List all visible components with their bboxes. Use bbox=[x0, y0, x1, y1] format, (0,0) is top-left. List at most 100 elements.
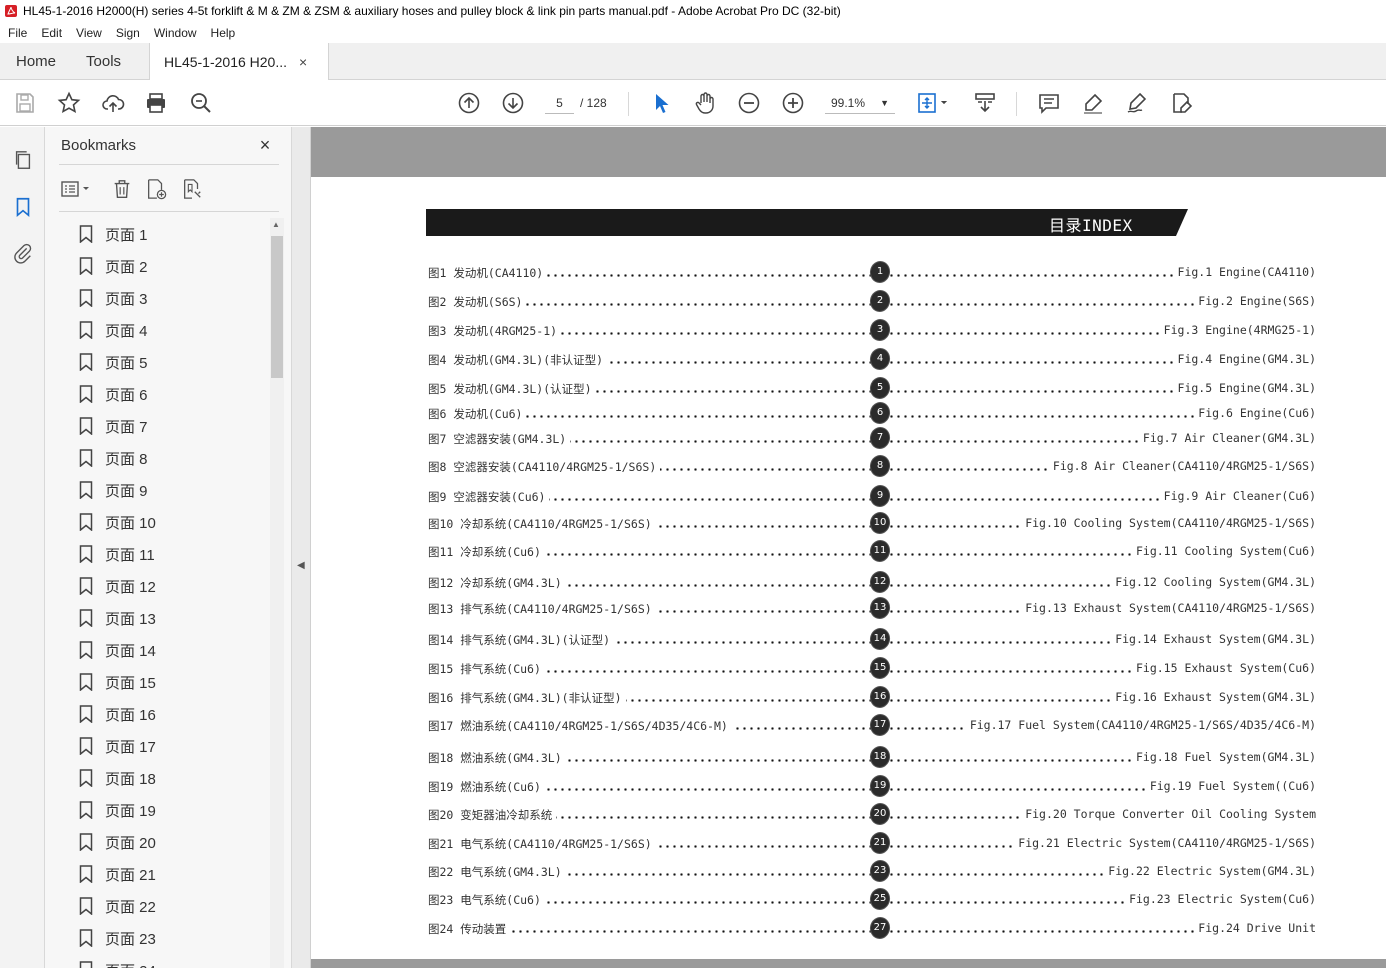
bookmark-item[interactable]: 页面 1 bbox=[75, 218, 265, 250]
toc-chinese-title: 图19 燃油系统(Cu6) bbox=[428, 779, 545, 795]
scroll-up-icon[interactable]: ▲ bbox=[272, 220, 280, 229]
bookmark-item[interactable]: 页面 10 bbox=[75, 506, 265, 538]
bookmark-item[interactable]: 页面 17 bbox=[75, 730, 265, 762]
page-number-badge-value: 25 bbox=[873, 893, 887, 904]
bookmark-item[interactable]: 页面 12 bbox=[75, 570, 265, 602]
upload-cloud-icon[interactable] bbox=[100, 90, 126, 116]
page-number-input[interactable]: 5 bbox=[545, 92, 574, 114]
menu-bar: File Edit View Sign Window Help bbox=[0, 22, 1386, 43]
highlight-pen-icon[interactable] bbox=[1080, 90, 1106, 116]
bookmark-properties-icon[interactable] bbox=[179, 176, 205, 202]
collapse-panel-icon[interactable]: ◀ bbox=[297, 560, 305, 571]
bookmark-icon bbox=[79, 801, 93, 819]
bookmark-item[interactable]: 页面 20 bbox=[75, 826, 265, 858]
bookmark-options-icon[interactable] bbox=[59, 176, 95, 202]
bookmark-label: 页面 23 bbox=[105, 930, 156, 948]
tab-document[interactable]: HL45-1-2016 H20... × bbox=[149, 43, 330, 80]
page-display-fit-icon[interactable] bbox=[916, 90, 952, 116]
toc-english-title: Fig.3 Engine(4RMG25-1) bbox=[1159, 323, 1316, 337]
zoom-level-select[interactable]: 99.1% ▼ bbox=[825, 92, 895, 114]
panel-splitter[interactable]: ◀ bbox=[292, 127, 311, 968]
tab-document-label: HL45-1-2016 H20... bbox=[164, 53, 288, 70]
bookmark-label: 页面 9 bbox=[105, 482, 148, 500]
page-number-badge: 15 bbox=[869, 657, 891, 679]
toc-chinese-title: 图8 空滤器安装(CA4110/4RGM25-1/S6S) bbox=[428, 459, 661, 475]
bookmark-panel-icon[interactable] bbox=[10, 194, 36, 220]
title-bar: HL45-1-2016 H2000(H) series 4-5t forklif… bbox=[0, 0, 1386, 22]
bookmark-item[interactable]: 页面 16 bbox=[75, 698, 265, 730]
tab-bar: Home Tools HL45-1-2016 H20... × bbox=[0, 43, 1386, 80]
bookmark-item[interactable]: 页面 6 bbox=[75, 378, 265, 410]
bookmark-item[interactable]: 页面 5 bbox=[75, 346, 265, 378]
bookmark-item[interactable]: 页面 8 bbox=[75, 442, 265, 474]
document-viewer[interactable]: 目录INDEX 图1 发动机(CA4110) 1 Fig.1 Engine(CA41… bbox=[311, 127, 1386, 968]
bookmark-icon bbox=[79, 513, 93, 531]
bookmark-item[interactable]: 页面 14 bbox=[75, 634, 265, 666]
bookmark-item[interactable]: 页面 7 bbox=[75, 410, 265, 442]
toc-chinese-title: 图11 冷却系统(Cu6) bbox=[428, 544, 545, 560]
page-number-badge: 16 bbox=[869, 686, 891, 708]
zoom-search-icon[interactable] bbox=[188, 90, 214, 116]
page-number-badge: 27 bbox=[869, 917, 891, 939]
bookmark-label: 页面 14 bbox=[105, 642, 156, 660]
bookmark-item[interactable]: 页面 9 bbox=[75, 474, 265, 506]
fill-sign-icon[interactable] bbox=[1168, 90, 1194, 116]
main-toolbar: 5 / 128 99.1% ▼ bbox=[0, 80, 1386, 126]
bookmark-item[interactable]: 页面 2 bbox=[75, 250, 265, 282]
toc-english-title: Fig.10 Cooling System(CA4110/4RGM25-1/S6… bbox=[1021, 516, 1316, 530]
previous-page-icon[interactable] bbox=[456, 90, 482, 116]
toc-entry: 图2 发动机(S6S) 2 Fig.2 Engine(S6S) bbox=[426, 290, 1316, 312]
menu-window[interactable]: Window bbox=[146, 26, 203, 40]
menu-edit[interactable]: Edit bbox=[33, 26, 68, 40]
toc-chinese-title: 图20 变矩器油冷却系统 bbox=[428, 807, 557, 823]
bookmarks-scrollbar[interactable]: ▲ bbox=[270, 218, 284, 968]
print-icon[interactable] bbox=[143, 90, 169, 116]
menu-view[interactable]: View bbox=[68, 26, 108, 40]
toc-english-title: Fig.22 Electric System(GM4.3L) bbox=[1104, 864, 1316, 878]
new-bookmark-icon[interactable] bbox=[143, 176, 169, 202]
draw-sign-icon[interactable] bbox=[1124, 90, 1150, 116]
star-icon[interactable] bbox=[56, 90, 82, 116]
page-number-badge-value: 13 bbox=[873, 602, 887, 613]
page-number-badge-value: 12 bbox=[873, 576, 887, 587]
attachment-paperclip-icon[interactable] bbox=[10, 240, 36, 266]
toc-chinese-title: 图3 发动机(4RGM25-1) bbox=[428, 323, 562, 339]
close-tab-icon[interactable]: × bbox=[299, 54, 307, 70]
tab-tools[interactable]: Tools bbox=[70, 43, 135, 79]
toc-entry: 图11 冷却系统(Cu6) 11 Fig.11 Cooling System(Cu6… bbox=[426, 540, 1316, 562]
bookmark-item[interactable]: 页面 15 bbox=[75, 666, 265, 698]
menu-file[interactable]: File bbox=[0, 26, 33, 40]
bookmark-item[interactable]: 页面 22 bbox=[75, 890, 265, 922]
bookmark-item[interactable]: 页面 11 bbox=[75, 538, 265, 570]
bookmark-item[interactable]: 页面 19 bbox=[75, 794, 265, 826]
panel-divider bbox=[59, 211, 279, 212]
select-cursor-icon[interactable] bbox=[648, 90, 674, 116]
scroll-mode-icon[interactable] bbox=[972, 90, 998, 116]
bookmark-item[interactable]: 页面 23 bbox=[75, 922, 265, 954]
hand-tool-icon[interactable] bbox=[692, 90, 718, 116]
scrollbar-thumb[interactable] bbox=[271, 236, 283, 378]
bookmark-label: 页面 8 bbox=[105, 450, 148, 468]
bookmark-item[interactable]: 页面 13 bbox=[75, 602, 265, 634]
page-thumbnails-icon[interactable] bbox=[10, 147, 36, 173]
save-icon[interactable] bbox=[12, 90, 38, 116]
close-panel-icon[interactable]: × bbox=[255, 135, 275, 155]
tab-home[interactable]: Home bbox=[0, 43, 70, 79]
bookmark-item[interactable]: 页面 3 bbox=[75, 282, 265, 314]
zoom-out-icon[interactable] bbox=[736, 90, 762, 116]
bookmark-item[interactable]: 页面 18 bbox=[75, 762, 265, 794]
bookmark-icon bbox=[79, 641, 93, 659]
toc-english-title: Fig.2 Engine(S6S) bbox=[1194, 294, 1316, 308]
next-page-icon[interactable] bbox=[500, 90, 526, 116]
bookmark-item[interactable]: 页面 24 bbox=[75, 954, 265, 968]
menu-sign[interactable]: Sign bbox=[108, 26, 146, 40]
page-number-badge: 7 bbox=[869, 427, 891, 449]
menu-help[interactable]: Help bbox=[203, 26, 242, 40]
delete-bookmark-icon[interactable] bbox=[109, 176, 135, 202]
page-number-badge: 25 bbox=[869, 888, 891, 910]
zoom-in-icon[interactable] bbox=[780, 90, 806, 116]
bookmark-item[interactable]: 页面 4 bbox=[75, 314, 265, 346]
bookmark-item[interactable]: 页面 21 bbox=[75, 858, 265, 890]
bookmark-icon bbox=[79, 865, 93, 883]
comment-icon[interactable] bbox=[1036, 90, 1062, 116]
